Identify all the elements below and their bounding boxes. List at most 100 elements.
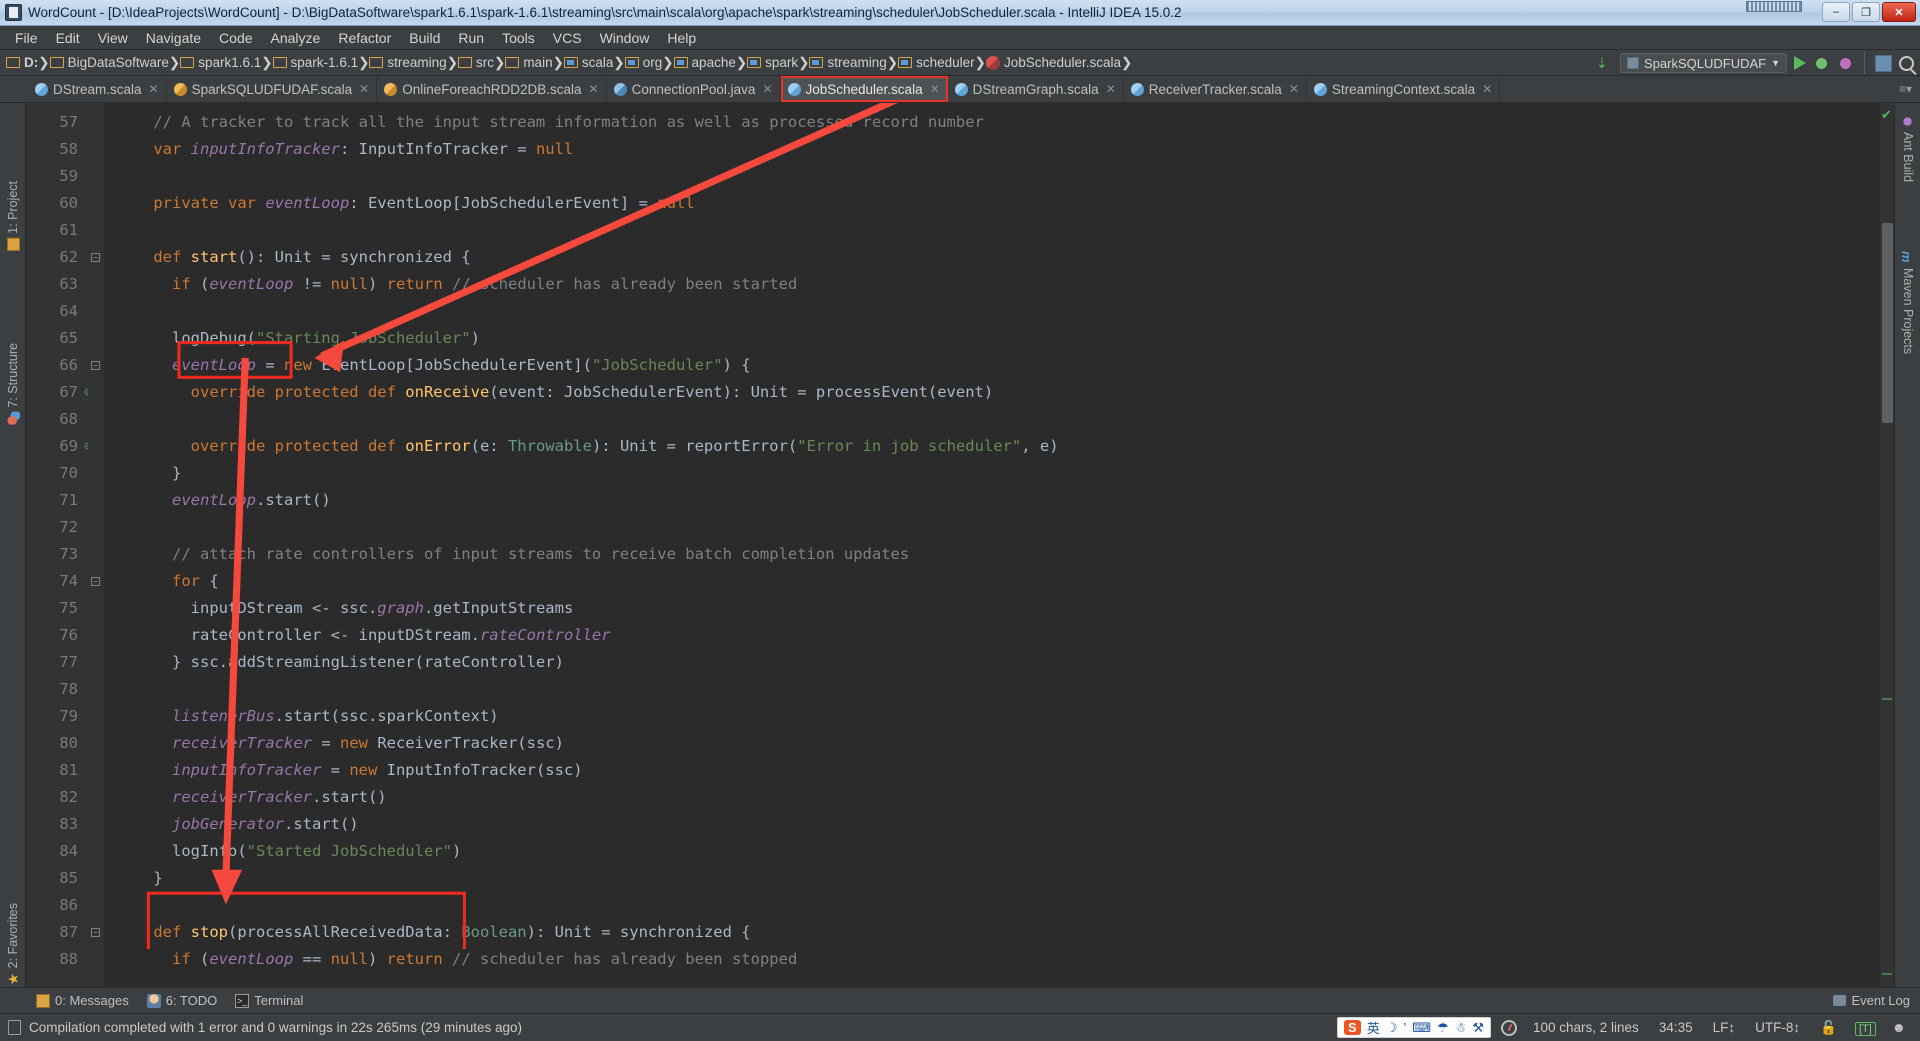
- code-line[interactable]: [104, 514, 1880, 541]
- editor-tab-dstreamgraph-scala[interactable]: DStreamGraph.scala ✕: [948, 76, 1124, 102]
- code-line[interactable]: if (eventLoop != null) return // schedul…: [104, 271, 1880, 298]
- minimize-button[interactable]: –: [1822, 2, 1850, 22]
- hector-icon[interactable]: ☻: [1884, 1020, 1914, 1035]
- close-tab-icon[interactable]: ✕: [359, 82, 369, 96]
- maximize-button[interactable]: ❐: [1852, 2, 1880, 22]
- close-tab-icon[interactable]: ✕: [762, 82, 772, 96]
- fold-toggle-icon[interactable]: −: [91, 253, 100, 262]
- menu-item-edit[interactable]: Edit: [47, 28, 89, 48]
- code-line[interactable]: eventLoop = new EventLoop[JobSchedulerEv…: [104, 352, 1880, 379]
- breadcrumb-item-bigdatasoftware[interactable]: BigDataSoftware: [49, 55, 169, 70]
- navigation-bar[interactable]: D: ❯ BigDataSoftware ❯ spark1.6.1 ❯ spark-1.6.…: [0, 50, 1920, 76]
- menu-item-refactor[interactable]: Refactor: [329, 28, 400, 48]
- menu-item-run[interactable]: Run: [449, 28, 493, 48]
- code-line[interactable]: [104, 406, 1880, 433]
- bottom-tool-window-bar[interactable]: 0: Messages 6: TODO >_ Terminal Event Lo…: [0, 987, 1920, 1013]
- right-tool-window-strip[interactable]: Ant Build m Maven Projects: [1894, 103, 1920, 987]
- code-line[interactable]: [104, 163, 1880, 190]
- editor-tab-sparksqludfudaf-scala[interactable]: SparkSQLUDFUDAF.scala ✕: [167, 76, 378, 102]
- breadcrumb-item-spark[interactable]: spark: [747, 55, 798, 70]
- breadcrumb-item-spark1-6-1[interactable]: spark1.6.1: [180, 55, 261, 70]
- code-line[interactable]: logDebug("Starting JobScheduler"): [104, 325, 1880, 352]
- breadcrumb-item-apache[interactable]: apache: [673, 55, 736, 70]
- ime-punct-icon[interactable]: ’: [1403, 1020, 1406, 1035]
- breadcrumb-item-d-[interactable]: D:: [6, 55, 38, 70]
- file-encoding[interactable]: UTF-8↕: [1745, 1020, 1810, 1035]
- tfs-badge[interactable]: [T]: [1854, 1022, 1876, 1036]
- event-log-button[interactable]: Event Log: [1833, 993, 1910, 1008]
- code-line[interactable]: [104, 298, 1880, 325]
- status-bar[interactable]: Compilation completed with 1 error and 0…: [0, 1013, 1920, 1041]
- code-line[interactable]: rateController <- inputDStream.rateContr…: [104, 622, 1880, 649]
- code-line[interactable]: def stop(processAllReceivedData: Boolean…: [104, 919, 1880, 946]
- breadcrumb-item-main[interactable]: main: [505, 55, 553, 70]
- code-line[interactable]: receiverTracker = new ReceiverTracker(ss…: [104, 730, 1880, 757]
- ime-moon-icon[interactable]: ☽: [1386, 1020, 1398, 1036]
- code-line[interactable]: }: [104, 460, 1880, 487]
- code-line[interactable]: } ssc.addStreamingListener(rateControlle…: [104, 649, 1880, 676]
- code-line[interactable]: inputInfoTracker = new InputInfoTracker(…: [104, 757, 1880, 784]
- code-editor[interactable]: 57 58 59 60 61 62 63 64 65 66 67⊙ 68 69⊙ 70 71 72 73 74 75…: [26, 103, 1894, 987]
- breadcrumb-item-streaming[interactable]: streaming: [369, 55, 447, 70]
- sidebar-item-maven-projects[interactable]: m Maven Projects: [1899, 251, 1915, 354]
- bottom-item-messages[interactable]: 0: Messages: [36, 993, 129, 1008]
- sidebar-item-project[interactable]: 1: Project: [6, 181, 20, 251]
- breadcrumb-item-scala[interactable]: scala: [563, 55, 613, 70]
- close-tab-icon[interactable]: ✕: [1106, 82, 1116, 96]
- fold-toggle-icon[interactable]: −: [91, 361, 100, 370]
- sidebar-item-favorites[interactable]: ★ 2: Favorites: [4, 903, 20, 985]
- code-line[interactable]: receiverTracker.start(): [104, 784, 1880, 811]
- breadcrumb-item-jobscheduler-scala[interactable]: JobScheduler.scala: [985, 55, 1121, 70]
- fold-toggle-icon[interactable]: −: [91, 928, 100, 937]
- debug-icon[interactable]: [1813, 54, 1830, 72]
- code-line[interactable]: for {: [104, 568, 1880, 595]
- ime-skin-icon[interactable]: ☃: [1455, 1020, 1467, 1036]
- code-line[interactable]: var inputInfoTracker: InputInfoTracker =…: [104, 136, 1880, 163]
- menu-bar[interactable]: File Edit View Navigate Code Analyze Ref…: [0, 26, 1920, 50]
- menu-item-window[interactable]: Window: [591, 28, 659, 48]
- breadcrumb-item-org[interactable]: org: [624, 55, 662, 70]
- code-line[interactable]: }: [104, 865, 1880, 892]
- code-line[interactable]: logInfo("Started JobScheduler"): [104, 838, 1880, 865]
- editor-tab-jobscheduler-scala[interactable]: JobScheduler.scala ✕: [780, 76, 948, 102]
- editor-tab-dstream-scala[interactable]: DStream.scala ✕: [28, 76, 167, 102]
- code-line[interactable]: inputDStream <- ssc.graph.getInputStream…: [104, 595, 1880, 622]
- inspection-gauge-icon[interactable]: [1501, 1019, 1517, 1036]
- error-stripe-scrollbar[interactable]: ✔: [1880, 103, 1894, 987]
- menu-item-tools[interactable]: Tools: [493, 28, 544, 48]
- close-tab-icon[interactable]: ✕: [589, 82, 599, 96]
- tab-bar-actions[interactable]: ≡▾: [1899, 76, 1920, 102]
- close-tab-icon[interactable]: ✕: [1482, 82, 1492, 96]
- editor-tab-connectionpool-java[interactable]: ConnectionPool.java ✕: [607, 76, 781, 102]
- run-icon[interactable]: [1794, 56, 1806, 70]
- menu-item-analyze[interactable]: Analyze: [262, 28, 330, 48]
- editor-scrollbar-thumb[interactable]: [1882, 223, 1893, 423]
- code-line[interactable]: listenerBus.start(ssc.sparkContext): [104, 703, 1880, 730]
- sync-icon[interactable]: ⇣: [1596, 55, 1613, 72]
- code-line[interactable]: [104, 892, 1880, 919]
- sidebar-item-structure[interactable]: 7: Structure: [6, 343, 20, 425]
- ime-toolbar[interactable]: S 英 ☽ ’ ⌨ ☂ ☃ ⚒: [1337, 1017, 1491, 1038]
- ime-voice-icon[interactable]: ☂: [1437, 1020, 1449, 1036]
- close-tab-icon[interactable]: ✕: [149, 82, 159, 96]
- breadcrumb-item-src[interactable]: src: [458, 55, 494, 70]
- menu-item-build[interactable]: Build: [400, 28, 449, 48]
- close-button[interactable]: ✕: [1882, 2, 1916, 22]
- menu-item-file[interactable]: File: [6, 28, 47, 48]
- breadcrumb-item-scheduler[interactable]: scheduler: [898, 55, 975, 70]
- code-text-area[interactable]: // A tracker to track all the input stre…: [104, 103, 1880, 987]
- fold-toggle-icon[interactable]: −: [91, 577, 100, 586]
- editor-tab-receivertracker-scala[interactable]: ReceiverTracker.scala ✕: [1124, 76, 1307, 102]
- code-line[interactable]: // attach rate controllers of input stre…: [104, 541, 1880, 568]
- menu-item-navigate[interactable]: Navigate: [137, 28, 210, 48]
- editor-tab-onlineforeachrdd2db-scala[interactable]: OnlineForeachRDD2DB.scala ✕: [377, 76, 607, 102]
- editor-tab-bar[interactable]: DStream.scala ✕ SparkSQLUDFUDAF.scala ✕ Onli…: [0, 76, 1920, 103]
- line-separator[interactable]: LF↕: [1703, 1020, 1746, 1035]
- bottom-item-terminal[interactable]: >_ Terminal: [235, 993, 303, 1008]
- run-configuration-selector[interactable]: SparkSQLUDFUDAF ▼: [1620, 53, 1787, 73]
- code-line[interactable]: if (eventLoop == null) return // schedul…: [104, 946, 1880, 973]
- code-folding-strip[interactable]: − − − −: [88, 103, 104, 987]
- ime-keyboard-icon[interactable]: ⌨: [1412, 1020, 1431, 1036]
- caret-position[interactable]: 34:35: [1649, 1020, 1703, 1035]
- project-structure-icon[interactable]: [1875, 54, 1892, 72]
